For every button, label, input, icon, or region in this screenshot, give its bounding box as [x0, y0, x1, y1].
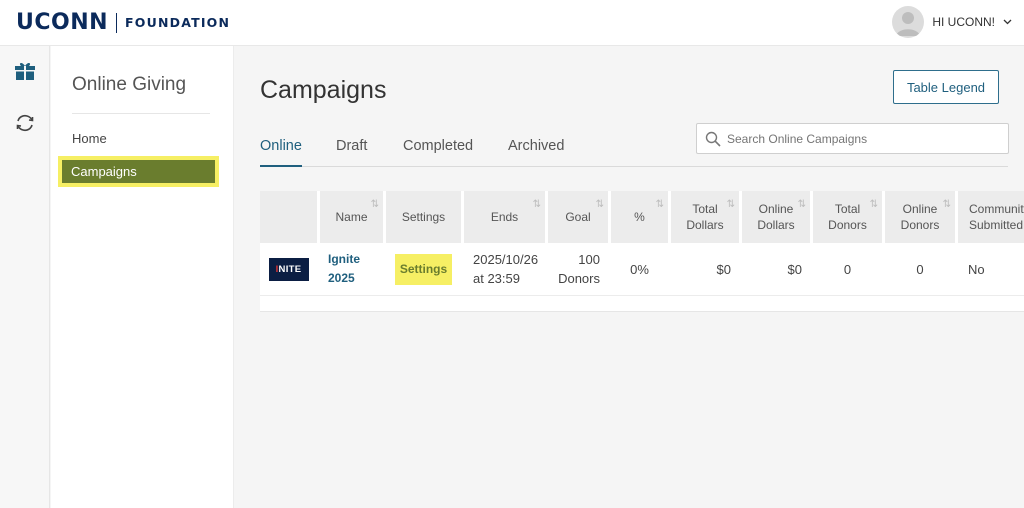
column-header-percent[interactable]: % ⇅ [611, 191, 668, 243]
column-header-label: Total Donors [828, 202, 867, 232]
campaign-name-line-2: 2025 [328, 271, 355, 285]
column-header-label: Ends [490, 210, 519, 224]
column-header-settings: Settings [386, 191, 461, 243]
tab-draft[interactable]: Draft [336, 138, 367, 167]
total-donors-cell: 0 [843, 261, 852, 277]
ends-time: at 23:59 [473, 271, 520, 286]
sidebar-item-home[interactable]: Home [72, 131, 107, 146]
tab-completed[interactable]: Completed [403, 138, 473, 167]
table-legend-button[interactable]: Table Legend [893, 70, 999, 104]
user-greeting: HI UCONN! [932, 15, 995, 29]
sort-icon[interactable]: ⇅ [656, 197, 665, 213]
logo-sub-text: FOUNDATION [125, 15, 231, 30]
ends-cell: 2025/10/26 at 23:59 [464, 243, 545, 295]
tab-online[interactable]: Online [260, 138, 302, 167]
main-content: Campaigns Table Legend Online Draft Comp… [235, 46, 1024, 508]
column-header-thumb [260, 191, 317, 243]
column-header-label: Name [335, 210, 368, 224]
column-header-label: % [634, 210, 645, 224]
column-header-goal[interactable]: Goal ⇅ [548, 191, 608, 243]
gift-icon[interactable] [12, 58, 38, 84]
icon-rail [0, 46, 50, 508]
sidebar-item-campaigns-highlight: Campaigns [58, 156, 219, 187]
campaign-name-cell: Ignite 2025 [320, 243, 383, 295]
online-donors-cell: 0 [916, 261, 924, 277]
avatar [892, 6, 925, 38]
online-dollars-cell: $0 [787, 261, 802, 277]
column-header-total-dollars[interactable]: Total Dollars ⇅ [671, 191, 739, 243]
column-header-community-submitted[interactable]: Community Submitted [958, 191, 1024, 243]
percent-cell: 0% [630, 261, 649, 277]
sort-icon[interactable]: ⇅ [943, 197, 952, 213]
sort-icon[interactable]: ⇅ [727, 197, 736, 213]
logo-divider [116, 12, 118, 33]
sync-icon[interactable] [12, 110, 38, 136]
total-dollars-cell: $0 [716, 261, 731, 277]
row-divider [260, 295, 1024, 296]
sort-icon[interactable]: ⇅ [533, 197, 542, 213]
campaign-name-line-1: Ignite [328, 252, 360, 266]
settings-cell: Settings [386, 243, 461, 295]
goal-value: 100 [578, 252, 600, 267]
column-header-label: Online Dollars [757, 202, 795, 232]
column-header-online-donors[interactable]: Online Donors ⇅ [885, 191, 955, 243]
column-header-online-dollars[interactable]: Online Dollars ⇅ [742, 191, 810, 243]
goal-cell: 100 Donors [548, 243, 608, 295]
side-nav: Online Giving Home Campaigns [51, 46, 234, 508]
campaign-settings-link[interactable]: Settings [394, 253, 453, 285]
column-header-label: Goal [565, 210, 591, 224]
thumbnail-text: NITE [278, 263, 302, 275]
logo-main-text: UCONN [16, 10, 109, 35]
campaign-name-link[interactable]: Ignite 2025 [328, 250, 360, 288]
campaigns-table: Name ⇅ Settings Ends ⇅ Goal ⇅ % ⇅ Total … [260, 191, 1024, 312]
community-submitted-cell: No [968, 261, 985, 277]
column-header-label: Community Submitted [969, 202, 1024, 232]
campaign-thumbnail-cell: I NITE [260, 243, 317, 295]
campaign-tabs: Online Draft Completed Archived [260, 138, 1008, 167]
user-menu[interactable]: HI UCONN! [892, 6, 1012, 38]
tab-archived[interactable]: Archived [508, 138, 564, 167]
column-header-label: Settings [401, 210, 446, 224]
sort-icon[interactable]: ⇅ [596, 197, 605, 213]
ends-date: 2025/10/26 [473, 252, 539, 267]
top-header: UCONN FOUNDATION HI UCONN! [0, 0, 1024, 46]
column-header-name[interactable]: Name ⇅ [320, 191, 383, 243]
sort-icon[interactable]: ⇅ [371, 197, 380, 213]
column-header-label: Online Donors [900, 202, 940, 232]
goal-unit: Donors [558, 271, 600, 286]
uconn-foundation-logo[interactable]: UCONN FOUNDATION [16, 10, 230, 35]
page-title: Campaigns [260, 76, 387, 104]
column-header-total-donors[interactable]: Total Donors ⇅ [813, 191, 882, 243]
sort-icon[interactable]: ⇅ [870, 197, 879, 213]
sort-icon[interactable]: ⇅ [798, 197, 807, 213]
chevron-down-icon[interactable] [1003, 17, 1012, 27]
column-header-label: Total Dollars [686, 202, 724, 232]
sidebar-item-campaigns[interactable]: Campaigns [62, 160, 215, 183]
sidenav-title: Online Giving [72, 74, 187, 95]
column-header-ends[interactable]: Ends ⇅ [464, 191, 545, 243]
divider [72, 113, 210, 114]
campaign-thumbnail[interactable]: I NITE [268, 257, 309, 281]
